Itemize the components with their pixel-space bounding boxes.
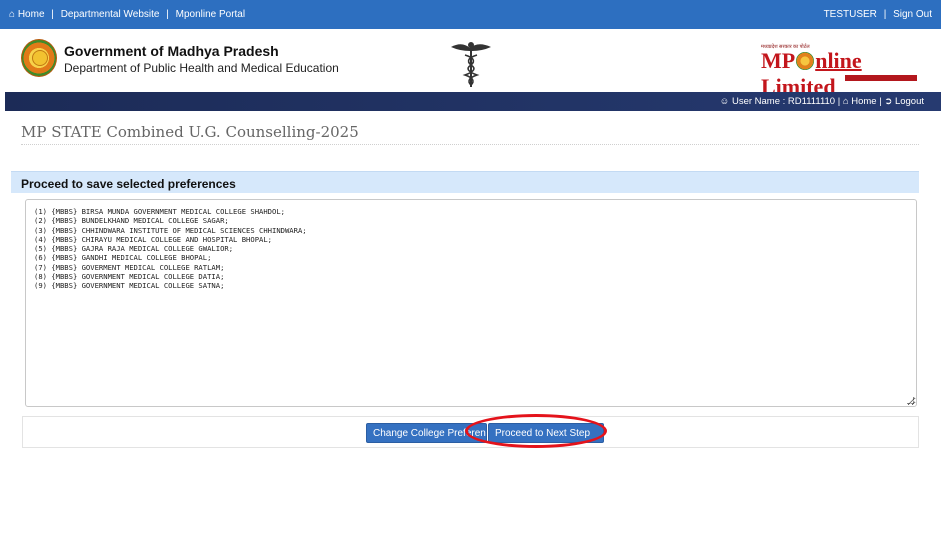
panel-heading: Proceed to save selected preferences: [11, 171, 919, 193]
sign-out-link[interactable]: Sign Out: [893, 9, 932, 20]
preference-line: (8) {MBBS} GOVERNMENT MEDICAL COLLEGE DA…: [34, 272, 225, 282]
mponline-portal-link[interactable]: Mponline Portal: [176, 9, 245, 20]
top-links: ⌂ Home | Departmental Website | Mponline…: [9, 9, 245, 20]
mponline-strip: [845, 75, 917, 81]
preference-line: (1) {MBBS} BIRSA MUNDA GOVERNMENT MEDICA…: [34, 207, 285, 216]
mponline-logo-mp: MP: [761, 48, 796, 73]
separator: |: [166, 9, 169, 20]
user-info: ☺ User Name : RD1111110 | ⌂ Home | ➲ Log…: [720, 96, 924, 107]
departmental-website-link[interactable]: Departmental Website: [61, 9, 160, 20]
home-icon[interactable]: ⌂: [843, 96, 849, 107]
action-row: Change College Preferences Proceed to Ne…: [22, 414, 919, 448]
page-title: MP STATE Combined U.G. Counselling-2025: [21, 123, 359, 141]
preference-line: (3) {MBBS} CHHINDWARA INSTITUTE OF MEDIC…: [34, 225, 307, 235]
preference-line: (4) {MBBS} CHIRAYU MEDICAL COLLEGE AND H…: [34, 234, 272, 244]
mponline-logo-o-icon: [796, 52, 815, 70]
title-divider: [21, 144, 919, 145]
username-label: TESTUSER: [823, 9, 877, 20]
home-link[interactable]: Home: [851, 96, 876, 107]
caduceus-icon: [451, 42, 491, 87]
preference-line: (2) {MBBS} BUNDELKHAND MEDICAL COLLEGE S…: [34, 216, 229, 226]
proceed-to-next-step-button[interactable]: Proceed to Next Step: [488, 423, 604, 443]
logout-link[interactable]: Logout: [895, 96, 924, 107]
separator: |: [883, 9, 887, 20]
top-navigation-bar: ⌂ Home | Departmental Website | Mponline…: [0, 0, 941, 29]
home-link[interactable]: Home: [18, 9, 45, 20]
home-icon[interactable]: ⌂: [9, 9, 15, 20]
selected-preferences-textarea[interactable]: (1) {MBBS} BIRSA MUNDA GOVERNMENT MEDICA…: [25, 199, 917, 407]
logout-icon[interactable]: ➲: [884, 96, 892, 107]
government-title: Government of Madhya Pradesh: [64, 43, 279, 59]
department-subtitle: Department of Public Health and Medical …: [64, 61, 339, 75]
preference-line: (9) {MBBS} GOVERNMENT MEDICAL COLLEGE SA…: [34, 281, 225, 291]
user-bar: ☺ User Name : RD1111110 | ⌂ Home | ➲ Log…: [5, 92, 941, 111]
preference-line: (5) {MBBS} GAJRA RAJA MEDICAL COLLEGE GW…: [34, 244, 234, 254]
separator: |: [837, 96, 841, 107]
textarea-resize-handle[interactable]: [907, 397, 914, 404]
mponline-logo-nline: nline: [815, 48, 862, 73]
mp-government-emblem-icon: [21, 39, 57, 77]
user-icon: ☺: [719, 96, 730, 107]
user-name-label: User Name : RD1111110: [731, 96, 836, 107]
separator: |: [879, 96, 882, 107]
preference-line: (7) {MBBS} GOVERMENT MEDICAL COLLEGE RAT…: [34, 262, 225, 272]
change-college-preferences-button[interactable]: Change College Preferences: [366, 423, 487, 443]
separator: |: [51, 9, 54, 20]
preference-line: (6) {MBBS} GANDHI MEDICAL COLLEGE BHOPAL…: [34, 253, 212, 263]
top-user-links: TESTUSER | Sign Out: [824, 9, 932, 20]
site-header: Government of Madhya Pradesh Department …: [0, 29, 941, 99]
